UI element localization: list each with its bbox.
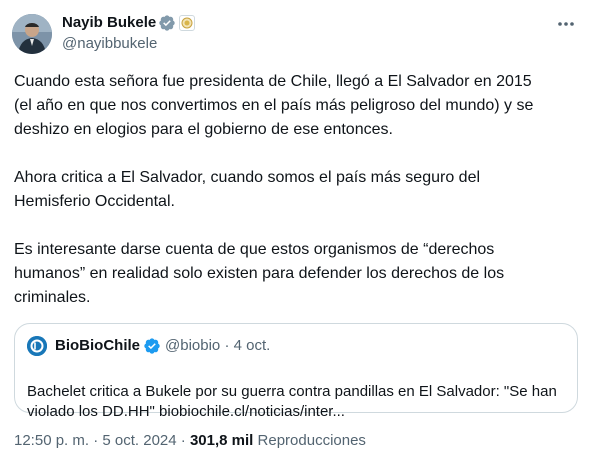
tweet: Nayib Bukele @nayibbukele Cuando esta se…: [0, 0, 590, 467]
quote-avatar: [27, 336, 47, 356]
quote-text: Bachelet critica a Bukele por su guerra …: [27, 362, 567, 422]
author-avatar[interactable]: [12, 14, 52, 54]
separator: ·: [93, 432, 99, 449]
affiliate-badge-icon[interactable]: [179, 15, 195, 31]
seal-icon: [181, 17, 193, 29]
quote-meta: @biobio · 4 oct.: [165, 336, 270, 356]
quote-date: 4 oct.: [233, 337, 271, 354]
more-horizontal-icon: [558, 22, 574, 26]
quoted-tweet-card[interactable]: BioBioChile @biobio · 4 oct. Bachelet cr…: [14, 323, 578, 420]
quote-text-content: Bachelet critica a Bukele por su guerra …: [27, 383, 557, 420]
views-label: Reproducciones: [257, 432, 366, 449]
more-options-button[interactable]: [556, 14, 576, 34]
tweet-paragraph: Ahora critica a El Salvador, cuando somo…: [14, 169, 481, 210]
views-count: 301,8 mil: [189, 432, 254, 449]
verified-badge-icon: [144, 338, 160, 354]
tweet-footer: 12:50 p. m. · 5 oct. 2024 · 301,8 mil Re…: [14, 431, 366, 451]
tweet-time[interactable]: 12:50 p. m.: [14, 432, 89, 449]
separator: ·: [224, 337, 230, 354]
tweet-paragraph: Es interesante darse cuenta de que estos…: [14, 241, 505, 306]
tweet-text: Cuando esta señora fue presidenta de Chi…: [14, 70, 580, 334]
quote-author-handle: @biobio: [165, 337, 221, 354]
separator: ·: [180, 432, 186, 449]
verified-badge-icon: [159, 15, 175, 31]
avatar-image: [12, 14, 52, 54]
quote-author-name: BioBioChile: [55, 337, 140, 354]
author-handle[interactable]: @nayibbukele: [62, 34, 157, 54]
tweet-paragraph: Cuando esta señora fue presidenta de Chi…: [14, 73, 534, 138]
author-name[interactable]: Nayib Bukele: [62, 13, 156, 33]
biobio-logo-icon: [27, 336, 47, 356]
tweet-date[interactable]: 5 oct. 2024: [102, 432, 176, 449]
